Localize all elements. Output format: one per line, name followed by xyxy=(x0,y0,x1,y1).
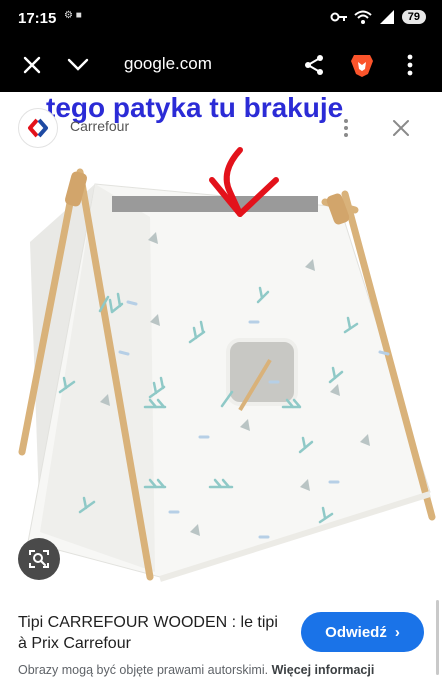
copyright-notice: Obrazy mogą być objęte prawami autorskim… xyxy=(18,663,374,677)
more-vert-icon xyxy=(407,54,413,76)
source-name: Carrefour xyxy=(70,118,130,134)
chevron-down-icon xyxy=(67,58,89,71)
brave-lion-icon xyxy=(351,55,373,77)
signal-icon xyxy=(379,10,394,24)
image-preview[interactable] xyxy=(0,92,442,600)
brave-button[interactable] xyxy=(348,51,376,79)
scrollbar[interactable] xyxy=(436,600,439,675)
key-icon xyxy=(330,12,347,22)
menu-button[interactable] xyxy=(396,51,424,79)
status-time: 17:15 xyxy=(18,10,57,27)
visit-button-label: Odwiedź xyxy=(325,623,387,641)
tent-image xyxy=(18,147,436,582)
share-icon xyxy=(305,55,323,75)
browser-toolbar: google.com xyxy=(0,38,442,92)
more-info-link[interactable]: Więcej informacji xyxy=(272,663,375,677)
share-button[interactable] xyxy=(300,51,328,79)
status-icons-group: 79 xyxy=(330,9,426,25)
lens-icon xyxy=(29,550,49,568)
result-title[interactable]: Tipi CARREFOUR WOODEN : le tipi à Prix C… xyxy=(18,612,288,654)
source-favicon xyxy=(18,108,58,148)
chevron-right-icon: › xyxy=(394,623,400,641)
url-text[interactable]: google.com xyxy=(124,54,212,74)
status-bar: 17:15 ⚙ ■ 79 xyxy=(0,0,442,38)
lens-search-button[interactable] xyxy=(18,538,60,580)
notification-icons: ⚙ ■ xyxy=(64,10,82,21)
more-options-icon[interactable] xyxy=(343,118,349,138)
collapse-button[interactable] xyxy=(64,51,92,79)
visit-button[interactable]: Odwiedź › xyxy=(301,612,424,652)
close-preview-icon[interactable] xyxy=(391,118,411,138)
close-icon xyxy=(23,56,41,74)
battery-level: 79 xyxy=(401,10,426,24)
close-button[interactable] xyxy=(18,51,46,79)
wifi-icon xyxy=(354,10,372,24)
carrefour-logo-icon xyxy=(28,118,48,138)
copyright-text: Obrazy mogą być objęte prawami autorskim… xyxy=(18,663,269,677)
